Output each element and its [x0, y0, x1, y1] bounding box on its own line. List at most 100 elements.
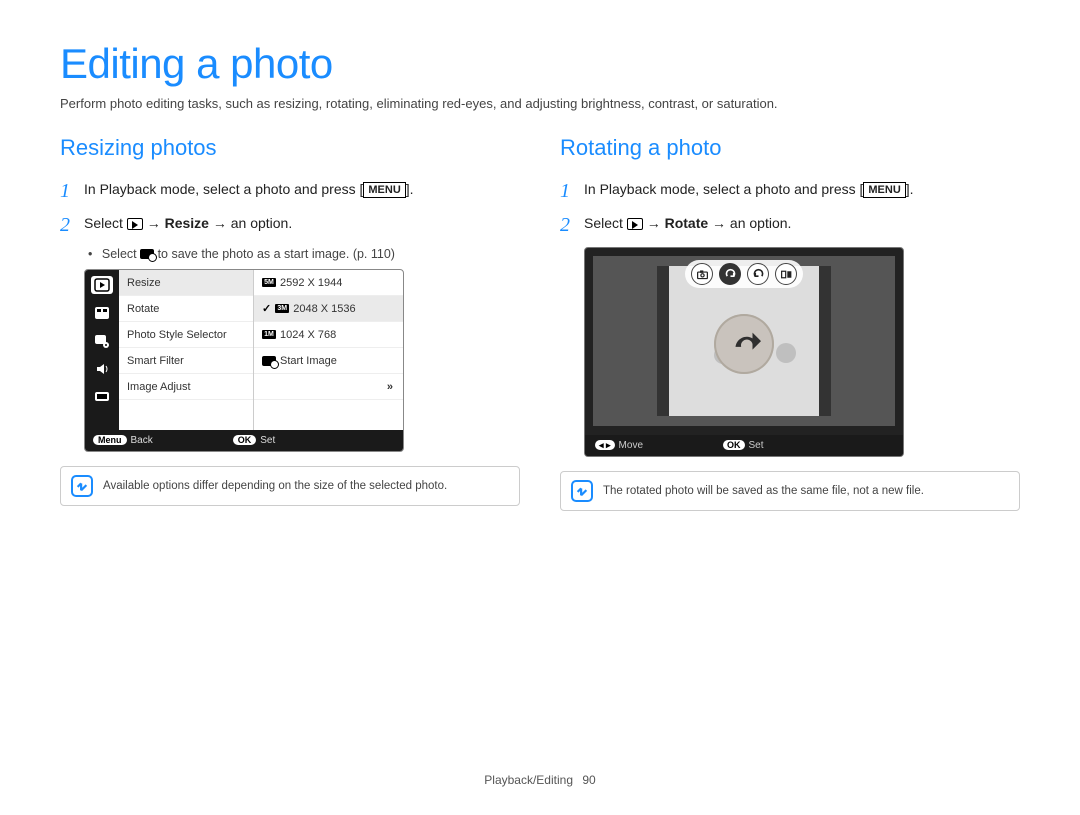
- sidebar-playback-icon[interactable]: [91, 276, 113, 294]
- step-number: 1: [60, 179, 84, 203]
- menu-button-label: MENU: [363, 182, 405, 198]
- size-options-list: 5M 2592 X 1944 ✓ 3M 2048 X 1536 1M 1024 …: [254, 270, 403, 430]
- column-resizing: Resizing photos 1 In Playback mode, sele…: [60, 135, 520, 511]
- size-label: 1024 X 768: [280, 329, 336, 341]
- sidebar-sound-icon[interactable]: [91, 360, 113, 378]
- menu-pill: Menu: [93, 435, 127, 445]
- size-tag-icon: 1M: [262, 330, 276, 339]
- step-number: 1: [560, 179, 584, 203]
- step-text-suffix: ].: [906, 181, 914, 197]
- note-icon: [571, 480, 593, 502]
- screenshot-footer: ◂ ▸ Move OK Set: [585, 435, 903, 456]
- start-image-label: Start Image: [280, 355, 337, 367]
- step-text-suffix: ].: [406, 181, 414, 197]
- step-text: Select → Resize → an option.: [84, 213, 292, 234]
- note-text: Available options differ depending on th…: [103, 480, 447, 492]
- note-box-rotate: The rotated photo will be saved as the s…: [560, 471, 1020, 511]
- menu-item-rotate[interactable]: Rotate: [119, 296, 253, 322]
- toolbar-flip-icon[interactable]: [775, 263, 797, 285]
- size-tag-icon: 3M: [275, 304, 289, 313]
- playback-icon: [627, 218, 643, 230]
- photo-thumbnail: [669, 266, 819, 416]
- ok-pill: OK: [233, 435, 257, 445]
- footer-section-label: Playback/Editing: [484, 773, 573, 787]
- sidebar-icons: [85, 270, 119, 430]
- more-glyph: »: [387, 381, 393, 393]
- start-image-icon: [262, 356, 276, 366]
- step-text: Select → Rotate → an option.: [584, 213, 791, 234]
- step-2-resize: 2 Select → Resize → an option.: [60, 213, 520, 237]
- toolbar-undo-icon[interactable]: [747, 263, 769, 285]
- step-1-resize: 1 In Playback mode, select a photo and p…: [60, 179, 520, 203]
- footer-set-label: Set: [749, 440, 764, 451]
- section-title-rotating: Rotating a photo: [560, 135, 1020, 161]
- size-label: 2048 X 1536: [293, 303, 355, 315]
- size-tag-icon: 5M: [262, 278, 276, 287]
- screenshot-rotate-preview: ◂ ▸ Move OK Set: [584, 247, 904, 457]
- menu-item-resize[interactable]: Resize: [119, 270, 253, 296]
- check-icon: ✓: [262, 302, 271, 315]
- section-title-resizing: Resizing photos: [60, 135, 520, 161]
- size-label: 2592 X 1944: [280, 277, 342, 289]
- sidebar-edit-icon[interactable]: [91, 332, 113, 350]
- footer-set: OKSet: [233, 435, 276, 446]
- step-text-prefix: Select: [84, 215, 127, 231]
- step-number: 2: [560, 213, 584, 237]
- footer-back-label: Back: [131, 435, 153, 446]
- screenshot-resize-menu: Resize Rotate Photo Style Selector Smart…: [84, 269, 404, 452]
- rotate-toolbar: [685, 260, 803, 288]
- size-option-start-image[interactable]: Start Image: [254, 348, 403, 374]
- sidebar-multishow-icon[interactable]: [91, 304, 113, 322]
- menu-item-image-adjust[interactable]: Image Adjust: [119, 374, 253, 400]
- sidebar-display-icon[interactable]: [91, 388, 113, 406]
- screenshot-footer: Menu Back OKSet: [85, 430, 403, 451]
- menu-item-smart-filter[interactable]: Smart Filter: [119, 348, 253, 374]
- note-icon: [71, 475, 93, 497]
- step-number: 2: [60, 213, 84, 237]
- footer-set-label: Set: [260, 435, 275, 446]
- footer-move: ◂ ▸ Move: [595, 440, 643, 451]
- more-options-indicator[interactable]: »: [254, 374, 403, 400]
- size-option-5m[interactable]: 5M 2592 X 1944: [254, 270, 403, 296]
- toolbar-camera-icon[interactable]: [691, 263, 713, 285]
- step-bold-word: Resize: [165, 215, 209, 231]
- bullet-dot: •: [88, 247, 92, 261]
- step-1-rotate: 1 In Playback mode, select a photo and p…: [560, 179, 1020, 203]
- step-text-prefix: In Playback mode, select a photo and pre…: [84, 181, 363, 197]
- arrow-separator: →: [643, 215, 665, 231]
- step-text-prefix: In Playback mode, select a photo and pre…: [584, 181, 863, 197]
- menu-item-photo-style[interactable]: Photo Style Selector: [119, 322, 253, 348]
- step-text-suffix: → an option.: [209, 215, 292, 231]
- footer-back: Menu Back: [93, 435, 153, 446]
- page-intro: Perform photo editing tasks, such as res…: [60, 96, 1020, 111]
- menu-button-label: MENU: [863, 182, 905, 198]
- step-text-prefix: Select: [584, 215, 627, 231]
- toolbar-rotate-right-icon[interactable]: [719, 263, 741, 285]
- ok-pill: OK: [723, 440, 745, 450]
- page-title: Editing a photo: [60, 40, 1020, 88]
- start-image-icon: [140, 249, 154, 259]
- sub-bullet-start-image: • Select to save the photo as a start im…: [88, 247, 520, 261]
- footer-page-number: 90: [582, 773, 595, 787]
- footer-set: OK Set: [723, 440, 764, 451]
- step-2-rotate: 2 Select → Rotate → an option.: [560, 213, 1020, 237]
- step-text: In Playback mode, select a photo and pre…: [84, 179, 414, 200]
- size-option-1m[interactable]: 1M 1024 X 768: [254, 322, 403, 348]
- step-text-suffix: → an option.: [708, 215, 791, 231]
- note-text: The rotated photo will be saved as the s…: [603, 485, 924, 497]
- step-bold-word: Rotate: [665, 215, 709, 231]
- step-text: In Playback mode, select a photo and pre…: [584, 179, 914, 200]
- column-rotating: Rotating a photo 1 In Playback mode, sel…: [560, 135, 1020, 511]
- sub-bullet-suffix: to save the photo as a start image. (p. …: [154, 247, 395, 261]
- sub-bullet-prefix: Select: [102, 247, 140, 261]
- page-footer: Playback/Editing 90: [0, 773, 1080, 787]
- rotate-arrow-overlay-icon: [714, 314, 774, 374]
- menu-options-list: Resize Rotate Photo Style Selector Smart…: [119, 270, 254, 430]
- size-option-3m[interactable]: ✓ 3M 2048 X 1536: [254, 296, 403, 322]
- note-box-resize: Available options differ depending on th…: [60, 466, 520, 506]
- playback-icon: [127, 218, 143, 230]
- move-pill: ◂ ▸: [595, 440, 615, 450]
- arrow-separator: →: [143, 215, 165, 231]
- footer-move-label: Move: [619, 440, 643, 451]
- two-column-layout: Resizing photos 1 In Playback mode, sele…: [60, 135, 1020, 511]
